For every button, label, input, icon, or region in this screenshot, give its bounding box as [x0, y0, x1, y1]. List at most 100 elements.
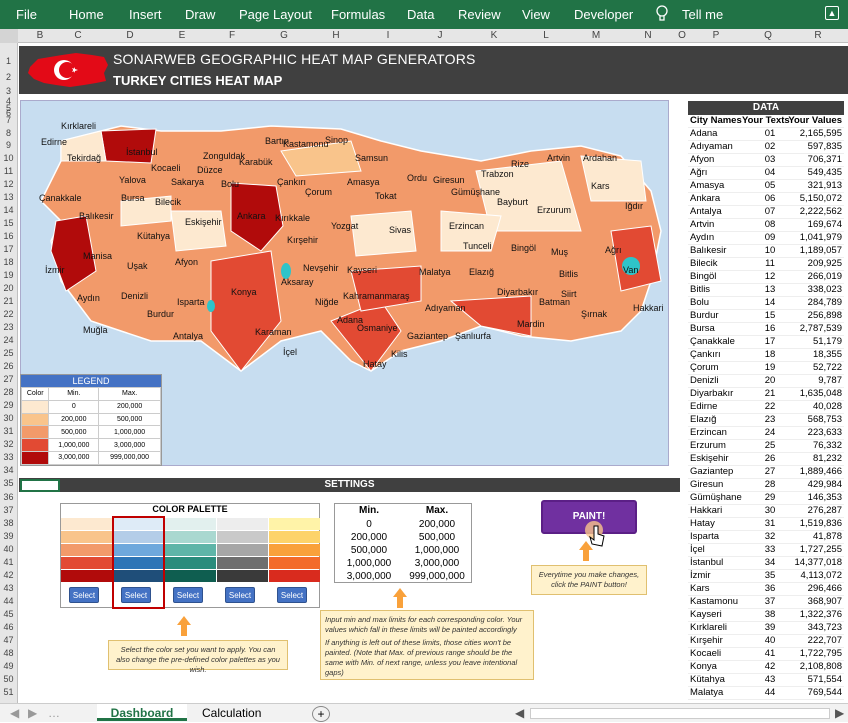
palette-swatch[interactable]	[61, 518, 112, 530]
row-header[interactable]: 39	[0, 531, 17, 541]
column-header[interactable]: H	[331, 30, 341, 41]
ribbon-tab-view[interactable]: View	[522, 7, 550, 22]
data-row[interactable]: Denizli 20 9,787	[688, 375, 844, 388]
city-label-9[interactable]: Sinop	[325, 135, 348, 145]
city-label-12[interactable]: Düzce	[197, 165, 223, 175]
city-label-62[interactable]: Kahramanmaraş	[343, 291, 410, 301]
row-header[interactable]: 50	[0, 674, 17, 684]
city-label-34[interactable]: Ankara	[237, 211, 266, 221]
data-row[interactable]: Çorum 19 52,722	[688, 362, 844, 375]
row-header[interactable]: 21	[0, 296, 17, 306]
city-label-56[interactable]: İzmir	[45, 265, 65, 275]
column-header[interactable]: P	[711, 30, 721, 41]
add-sheet-button[interactable]: +	[312, 706, 330, 722]
city-label-71[interactable]: Muğla	[83, 325, 108, 335]
city-label-75[interactable]: Mardin	[517, 319, 545, 329]
data-row[interactable]: Kars 36 296,466	[688, 583, 844, 596]
select-palette-button[interactable]: Select	[277, 587, 307, 603]
city-label-52[interactable]: Malatya	[419, 267, 451, 277]
data-row[interactable]: Bingöl 12 266,019	[688, 271, 844, 284]
row-header[interactable]: 14	[0, 205, 17, 215]
row-header[interactable]: 12	[0, 179, 17, 189]
hscroll-left-icon[interactable]: ◀	[515, 706, 524, 720]
ribbon-tab-page-layout[interactable]: Page Layout	[239, 7, 312, 22]
city-label-22[interactable]: Rize	[511, 159, 529, 169]
data-row[interactable]: Giresun 28 429,984	[688, 479, 844, 492]
row-header[interactable]: 16	[0, 231, 17, 241]
row-header[interactable]: 35	[0, 478, 17, 488]
data-row[interactable]: Bitlis 13 338,023	[688, 284, 844, 297]
data-row[interactable]: Antalya 07 2,222,562	[688, 206, 844, 219]
column-header[interactable]: Q	[763, 30, 773, 41]
ribbon-tab-file[interactable]: File	[16, 7, 37, 22]
city-label-23[interactable]: Artvin	[547, 153, 570, 163]
city-label-65[interactable]: Niğde	[315, 297, 339, 307]
city-label-77[interactable]: Gaziantep	[407, 331, 448, 341]
ribbon-tab-draw[interactable]: Draw	[185, 7, 215, 22]
column-header[interactable]: M	[591, 30, 601, 41]
city-label-41[interactable]: Erzincan	[449, 221, 484, 231]
city-label-10[interactable]: Samsun	[355, 153, 388, 163]
city-label-35[interactable]: Kırıkkale	[275, 213, 310, 223]
ribbon-tab-formulas[interactable]: Formulas	[331, 7, 385, 22]
hscroll-right-icon[interactable]: ▶	[835, 706, 844, 720]
city-label-44[interactable]: Bingöl	[511, 243, 536, 253]
row-header[interactable]: 36	[0, 492, 17, 502]
ribbon-tab-review[interactable]: Review	[458, 7, 501, 22]
palette-swatch[interactable]	[61, 557, 112, 569]
row-header[interactable]: 11	[0, 166, 17, 176]
minmax-row[interactable]: 500,000 1,000,000	[335, 545, 471, 558]
tab-scroll-right-icon[interactable]: ▶	[28, 706, 37, 720]
city-label-49[interactable]: Muş	[551, 247, 568, 257]
data-row[interactable]: Bursa 16 2,787,539	[688, 323, 844, 336]
city-label-26[interactable]: Kars	[591, 181, 610, 191]
ribbon-tab-home[interactable]: Home	[69, 7, 104, 22]
data-row[interactable]: İstanbul 34 14,377,018	[688, 557, 844, 570]
row-header[interactable]: 1	[0, 56, 17, 66]
city-label-4[interactable]: Tekirdağ	[67, 153, 101, 163]
city-label-15[interactable]: Bolu	[221, 179, 239, 189]
row-header[interactable]: 2	[0, 72, 17, 82]
data-row[interactable]: Adana 01 2,165,595	[688, 128, 844, 141]
city-label-16[interactable]: Çankırı	[277, 177, 306, 187]
selected-cell[interactable]	[20, 479, 60, 492]
city-label-40[interactable]: Sivas	[389, 225, 411, 235]
minmax-row[interactable]: 3,000,000 999,000,000	[335, 571, 471, 584]
row-header[interactable]: 42	[0, 570, 17, 580]
data-row[interactable]: İzmir 35 4,113,072	[688, 570, 844, 583]
city-label-64[interactable]: Isparta	[177, 297, 205, 307]
column-header[interactable]: B	[35, 30, 45, 41]
data-row[interactable]: Hakkari 30 276,287	[688, 505, 844, 518]
data-row[interactable]: Kastamonu 37 368,907	[688, 596, 844, 609]
row-header[interactable]: 17	[0, 244, 17, 254]
row-header[interactable]: 34	[0, 465, 17, 475]
row-header[interactable]: 23	[0, 322, 17, 332]
data-row[interactable]: Aydın 09 1,041,979	[688, 232, 844, 245]
city-label-59[interactable]: Diyarbakır	[497, 287, 538, 297]
city-label-55[interactable]: Van	[623, 265, 638, 275]
data-row[interactable]: Gümüşhane 29 146,353	[688, 492, 844, 505]
city-label-78[interactable]: Şanlıurfa	[455, 331, 491, 341]
data-row[interactable]: Kırşehir 40 222,707	[688, 635, 844, 648]
data-row[interactable]: Afyon 03 706,371	[688, 154, 844, 167]
city-label-80[interactable]: Kilis	[391, 349, 408, 359]
row-header[interactable]: 9	[0, 140, 17, 150]
row-header[interactable]: 15	[0, 218, 17, 228]
data-row[interactable]: Kırklareli 39 343,723	[688, 622, 844, 635]
data-row[interactable]: Bolu 14 284,789	[688, 297, 844, 310]
row-header[interactable]: 24	[0, 335, 17, 345]
palette-swatch[interactable]	[217, 570, 268, 582]
row-header[interactable]: 31	[0, 426, 17, 436]
row-header[interactable]: 45	[0, 609, 17, 619]
row-header[interactable]: 26	[0, 361, 17, 371]
city-label-31[interactable]: Bilecik	[155, 197, 181, 207]
city-label-13[interactable]: Yalova	[119, 175, 146, 185]
city-label-58[interactable]: Konya	[231, 287, 257, 297]
palette-swatch[interactable]	[269, 531, 320, 543]
data-row[interactable]: Balıkesir 10 1,189,057	[688, 245, 844, 258]
palette-swatch[interactable]	[217, 557, 268, 569]
palette-swatch[interactable]	[269, 544, 320, 556]
data-row[interactable]: Erzurum 25 76,332	[688, 440, 844, 453]
city-label-57[interactable]: Aksaray	[281, 277, 314, 287]
row-header[interactable]: 47	[0, 635, 17, 645]
